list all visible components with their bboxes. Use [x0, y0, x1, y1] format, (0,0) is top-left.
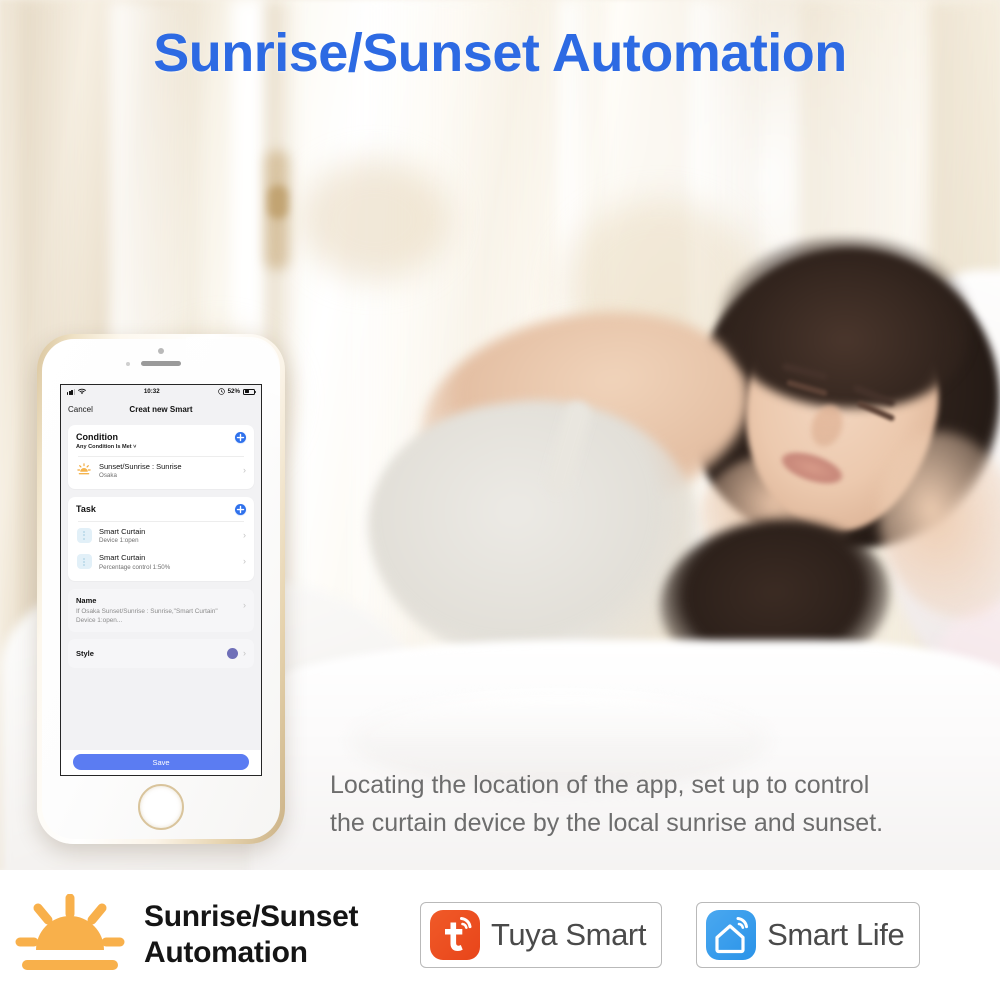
name-card[interactable]: Name If Osaka Sunset/Sunrise : Sunrise,"… — [68, 588, 254, 633]
phone-screen: 10:32 52% Cancel Creat new Smart Conditi… — [60, 384, 262, 776]
add-condition-button[interactable] — [235, 432, 246, 443]
chevron-right-icon[interactable]: › — [243, 465, 246, 475]
background-blur-blob — [300, 160, 450, 280]
condition-subtitle[interactable]: Any Condition Is Met ˅ — [76, 444, 136, 450]
name-title: Name — [76, 595, 97, 605]
battery-icon — [242, 388, 257, 395]
sunrise-logo-icon — [15, 894, 125, 970]
front-camera-icon — [158, 348, 164, 354]
smart-life-badge[interactable]: Smart Life — [696, 902, 921, 968]
window-latch — [268, 185, 288, 219]
add-task-button[interactable] — [235, 504, 246, 516]
screen-scroll-area[interactable]: Condition Any Condition Is Met ˅ Sunset/… — [61, 420, 261, 669]
task-card-header: Task — [76, 504, 246, 516]
chevron-right-icon[interactable]: › — [243, 649, 246, 658]
name-card-body: Name If Osaka Sunset/Sunrise : Sunrise,"… — [76, 596, 238, 626]
condition-row[interactable]: Sunset/Sunrise : Sunrise Osaka › — [76, 457, 246, 484]
name-value: If Osaka Sunset/Sunrise : Sunrise,"Smart… — [76, 608, 218, 625]
brand-logo-text: Sunrise/Sunset Automation — [144, 899, 359, 971]
proximity-sensor-icon — [126, 362, 130, 366]
task-row[interactable]: Smart Curtain Percentage control 1:50% › — [76, 548, 246, 575]
brand-bar: Sunrise/Sunset Automation Tuya Smart Sma… — [0, 870, 1000, 1000]
smart-life-label: Smart Life — [767, 917, 905, 952]
battery-percent-label: 52% — [227, 388, 240, 395]
signal-bars-icon — [67, 388, 75, 395]
status-bar-time: 10:32 — [143, 388, 160, 395]
chevron-right-icon[interactable]: › — [243, 530, 246, 540]
description-text: Locating the location of the app, set up… — [330, 766, 990, 842]
task-row-primary: Smart Curtain — [99, 553, 146, 563]
task-row-primary: Smart Curtain — [99, 526, 146, 536]
description-line-1: Locating the location of the app, set up… — [330, 771, 870, 799]
home-button[interactable] — [138, 784, 184, 830]
tuya-smart-label: Tuya Smart — [491, 917, 647, 952]
wifi-icon — [77, 388, 86, 395]
task-row-text: Smart Curtain Device 1:open — [99, 527, 236, 545]
smart-curtain-icon — [76, 527, 92, 543]
tuya-app-icon — [430, 910, 480, 960]
chevron-right-icon[interactable]: › — [243, 557, 246, 566]
task-row[interactable]: Smart Curtain Device 1:open › — [76, 522, 246, 549]
condition-title: Condition — [76, 432, 118, 442]
sunrise-icon — [76, 462, 92, 478]
brand-logo-line-1: Sunrise/Sunset — [144, 900, 359, 933]
condition-row-text: Sunset/Sunrise : Sunrise Osaka — [99, 462, 236, 480]
brand-logo-group: Sunrise/Sunset Automation — [14, 894, 414, 976]
condition-row-primary: Sunset/Sunrise : Sunrise — [99, 461, 182, 471]
earpiece-speaker — [141, 361, 181, 366]
status-bar: 10:32 52% — [61, 385, 261, 398]
brand-logo-line-2: Automation — [144, 936, 308, 969]
smart-curtain-icon — [76, 554, 92, 570]
page-title: Sunrise/Sunset Automation — [153, 23, 847, 83]
save-bar: Save — [61, 750, 261, 775]
task-title: Task — [76, 504, 96, 515]
style-color-swatch[interactable] — [227, 648, 238, 660]
condition-row-secondary: Osaka — [99, 472, 117, 480]
tuya-smart-badge[interactable]: Tuya Smart — [420, 902, 663, 968]
chevron-right-icon[interactable]: › — [243, 600, 246, 610]
plus-icon — [236, 433, 245, 442]
style-card[interactable]: Style › — [68, 639, 254, 669]
task-row-secondary: Percentage control 1:50% — [99, 563, 171, 571]
style-title: Style — [76, 649, 94, 659]
plus-icon — [236, 505, 245, 514]
condition-card: Condition Any Condition Is Met ˅ Sunset/… — [68, 425, 254, 490]
nav-bar: Cancel Creat new Smart — [61, 398, 261, 420]
phone-mockup: 10:32 52% Cancel Creat new Smart Conditi… — [37, 334, 285, 844]
status-bar-right: 52% — [217, 388, 257, 395]
style-card-right: › — [227, 648, 246, 660]
save-button[interactable]: Save — [73, 754, 249, 770]
cancel-button[interactable]: Cancel — [68, 405, 93, 414]
alarm-icon — [217, 388, 225, 395]
description-line-2: the curtain device by the local sunrise … — [330, 809, 884, 837]
smart-life-app-icon — [706, 910, 757, 960]
condition-card-titles: Condition Any Condition Is Met ˅ — [76, 432, 136, 450]
status-bar-left — [67, 388, 86, 395]
task-row-secondary: Device 1:open — [99, 537, 139, 545]
condition-card-header: Condition Any Condition Is Met ˅ — [76, 432, 246, 450]
task-card: Task Smart Curtain Device 1:open › Smart… — [68, 497, 254, 581]
task-row-text: Smart Curtain Percentage control 1:50% — [99, 553, 236, 571]
